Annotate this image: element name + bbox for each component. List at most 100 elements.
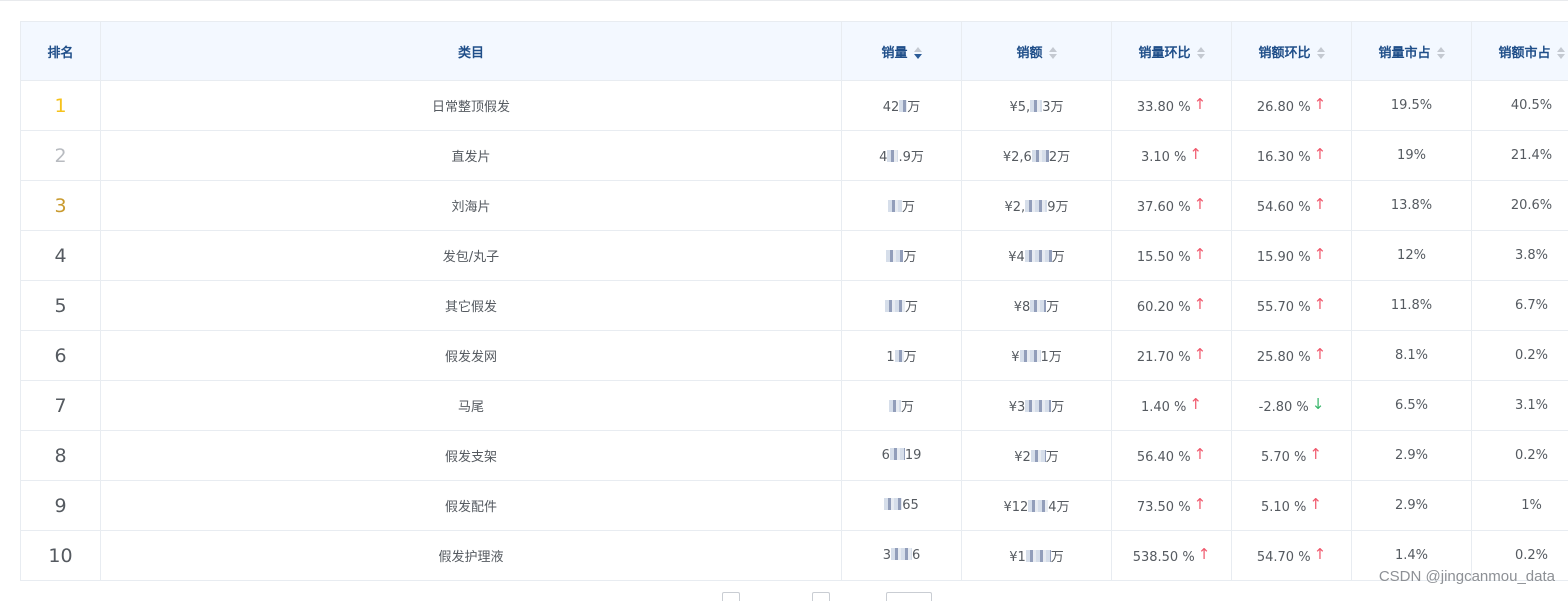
arrow-up-icon: ↑ bbox=[1314, 247, 1327, 262]
table-row[interactable]: 6假发发网1万¥1万21.70 %↑25.80 %↑8.1%0.2% bbox=[21, 331, 1568, 381]
sales-qty-suffix: 19 bbox=[905, 448, 922, 463]
pagination-control[interactable] bbox=[812, 592, 830, 601]
category-cell[interactable]: 假发护理液 bbox=[101, 531, 842, 581]
amount-mom-value: 54.70 % bbox=[1257, 550, 1311, 565]
arrow-up-icon: ↑ bbox=[1314, 347, 1327, 362]
sort-caret-icon[interactable] bbox=[1557, 47, 1565, 59]
sales-qty-suffix: 万 bbox=[901, 400, 914, 415]
amount-mom-cell: -2.80 %↓ bbox=[1232, 381, 1352, 431]
category-cell[interactable]: 马尾 bbox=[101, 381, 842, 431]
sales-qty-suffix: 万 bbox=[903, 250, 916, 265]
qty-share-cell: 2.9% bbox=[1352, 431, 1472, 481]
sales-qty-cell: 65 bbox=[842, 481, 962, 531]
qty-mom-value: 60.20 % bbox=[1137, 300, 1191, 315]
sort-caret-icon[interactable] bbox=[1437, 47, 1445, 59]
arrow-up-icon: ↑ bbox=[1194, 297, 1207, 312]
amount-mom-cell: 5.10 %↑ bbox=[1232, 481, 1352, 531]
table-row[interactable]: 3刘海片万¥2,9万37.60 %↑54.60 %↑13.8%20.6% bbox=[21, 181, 1568, 231]
sales-amount-cell: ¥1 万 bbox=[962, 531, 1112, 581]
sales-amount-suffix: 2万 bbox=[1049, 150, 1070, 165]
qty-mom-cell: 538.50 %↑ bbox=[1112, 531, 1232, 581]
category-cell[interactable]: 发包/丸子 bbox=[101, 231, 842, 281]
arrow-up-icon: ↑ bbox=[1309, 447, 1322, 462]
header-qty-share[interactable]: 销量市占 bbox=[1352, 22, 1472, 81]
qty-mom-value: 56.40 % bbox=[1137, 450, 1191, 465]
sort-caret-icon[interactable] bbox=[914, 47, 922, 59]
category-cell[interactable]: 假发发网 bbox=[101, 331, 842, 381]
sales-amount-prefix: ¥12 bbox=[1003, 500, 1028, 515]
obscured-value bbox=[1031, 450, 1046, 462]
arrow-up-icon: ↑ bbox=[1314, 147, 1327, 162]
qty-share-cell: 13.8% bbox=[1352, 181, 1472, 231]
amount-mom-value: 25.80 % bbox=[1257, 350, 1311, 365]
amount-share-cell: 3.1% bbox=[1472, 381, 1568, 431]
sales-amount-suffix: 万 bbox=[1051, 550, 1064, 565]
header-qty-mom[interactable]: 销量环比 bbox=[1112, 22, 1232, 81]
arrow-up-icon: ↑ bbox=[1314, 547, 1327, 562]
category-cell[interactable]: 日常整顶假发 bbox=[101, 81, 842, 131]
table-row[interactable]: 4发包/丸子万¥4万15.50 %↑15.90 %↑12%3.8% bbox=[21, 231, 1568, 281]
amount-mom-cell: 5.70 %↑ bbox=[1232, 431, 1352, 481]
sales-qty-cell: 万 bbox=[842, 181, 962, 231]
sales-qty-suffix: 65 bbox=[902, 498, 919, 513]
header-sales-qty[interactable]: 销量 bbox=[842, 22, 962, 81]
category-cell[interactable]: 刘海片 bbox=[101, 181, 842, 231]
sales-amount-suffix: 万 bbox=[1051, 400, 1064, 415]
amount-mom-cell: 16.30 %↑ bbox=[1232, 131, 1352, 181]
sort-caret-icon[interactable] bbox=[1049, 47, 1057, 59]
qty-share-cell: 11.8% bbox=[1352, 281, 1472, 331]
sales-amount-cell: ¥3万 bbox=[962, 381, 1112, 431]
amount-mom-value: 55.70 % bbox=[1257, 300, 1311, 315]
table-row[interactable]: 9假发配件65¥124万73.50 %↑5.10 %↑2.9%1% bbox=[21, 481, 1568, 531]
sales-amount-prefix: ¥1 bbox=[1009, 550, 1026, 565]
arrow-up-icon: ↑ bbox=[1309, 497, 1322, 512]
category-cell[interactable]: 假发支架 bbox=[101, 431, 842, 481]
obscured-value bbox=[895, 350, 904, 362]
amount-share-cell: 6.7% bbox=[1472, 281, 1568, 331]
sales-amount-prefix: ¥2,6 bbox=[1003, 150, 1032, 165]
obscured-value bbox=[1025, 250, 1052, 262]
rank-cell: 10 bbox=[21, 531, 101, 581]
rank-cell: 3 bbox=[21, 181, 101, 231]
header-amount-mom[interactable]: 销额环比 bbox=[1232, 22, 1352, 81]
sales-qty-suffix: 万 bbox=[904, 350, 917, 365]
category-ranking-table: 排名 类目 销量 销额 销量环比 销额环比 销量市占 销额市占 1日常整顶假发4… bbox=[20, 21, 1568, 581]
sales-amount-cell: ¥12 4万 bbox=[962, 481, 1112, 531]
header-amount-share[interactable]: 销额市占 bbox=[1472, 22, 1568, 81]
rank-cell: 4 bbox=[21, 231, 101, 281]
sales-amount-cell: ¥2万 bbox=[962, 431, 1112, 481]
table-row[interactable]: 2直发片4.9万¥2,62万3.10 %↑16.30 %↑19%21.4% bbox=[21, 131, 1568, 181]
category-cell[interactable]: 其它假发 bbox=[101, 281, 842, 331]
pagination-control[interactable] bbox=[722, 592, 740, 601]
arrow-up-icon: ↑ bbox=[1194, 497, 1207, 512]
qty-share-cell: 2.9% bbox=[1352, 481, 1472, 531]
table-row[interactable]: 10假发护理液36¥1万538.50 %↑54.70 %↑1.4%0.2% bbox=[21, 531, 1568, 581]
sales-amount-prefix: ¥ bbox=[1011, 350, 1019, 365]
header-sales-amount[interactable]: 销额 bbox=[962, 22, 1112, 81]
table-row[interactable]: 5其它假发万¥8万60.20 %↑55.70 %↑11.8%6.7% bbox=[21, 281, 1568, 331]
arrow-up-icon: ↑ bbox=[1198, 547, 1211, 562]
sort-caret-icon[interactable] bbox=[1317, 47, 1325, 59]
table-row[interactable]: 8假发支架619¥2万56.40 %↑5.70 %↑2.9%0.2% bbox=[21, 431, 1568, 481]
qty-mom-cell: 56.40 %↑ bbox=[1112, 431, 1232, 481]
sales-amount-suffix: 4万 bbox=[1048, 500, 1069, 515]
sales-amount-suffix: 9万 bbox=[1047, 200, 1068, 215]
amount-share-cell: 40.5% bbox=[1472, 81, 1568, 131]
sales-qty-cell: 1万 bbox=[842, 331, 962, 381]
rank-cell: 2 bbox=[21, 131, 101, 181]
amount-mom-cell: 54.60 %↑ bbox=[1232, 181, 1352, 231]
table-row[interactable]: 7马尾万¥3万1.40 %↑-2.80 %↓6.5%3.1% bbox=[21, 381, 1568, 431]
arrow-up-icon: ↑ bbox=[1189, 147, 1202, 162]
arrow-down-icon: ↓ bbox=[1312, 397, 1325, 412]
category-cell[interactable]: 直发片 bbox=[101, 131, 842, 181]
amount-share-cell: 3.8% bbox=[1472, 231, 1568, 281]
category-cell[interactable]: 假发配件 bbox=[101, 481, 842, 531]
rank-cell: 8 bbox=[21, 431, 101, 481]
pagination-input[interactable] bbox=[886, 592, 932, 601]
sales-amount-prefix: ¥4 bbox=[1008, 250, 1025, 265]
sort-caret-icon[interactable] bbox=[1197, 47, 1205, 59]
amount-mom-cell: 15.90 %↑ bbox=[1232, 231, 1352, 281]
table-row[interactable]: 1日常整顶假发42万¥5,3万33.80 %↑26.80 %↑19.5%40.5… bbox=[21, 81, 1568, 131]
arrow-up-icon: ↑ bbox=[1194, 347, 1207, 362]
amount-mom-value: 54.60 % bbox=[1257, 200, 1311, 215]
